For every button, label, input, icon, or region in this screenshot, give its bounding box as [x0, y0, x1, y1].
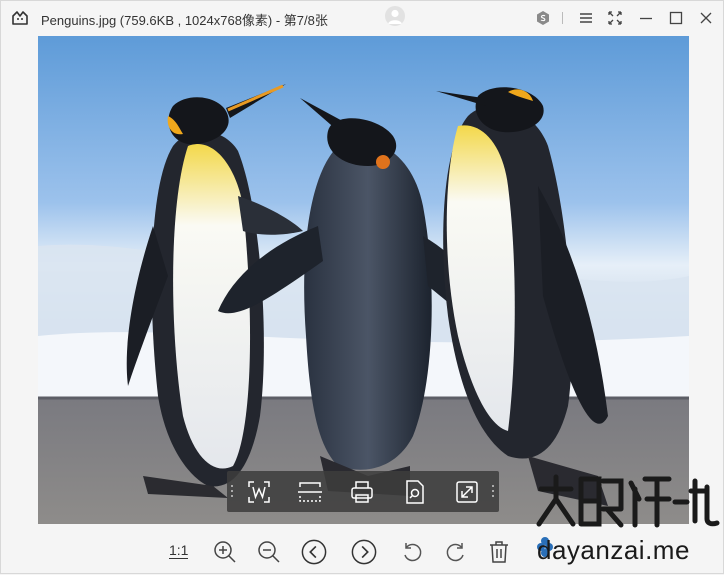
- previous-icon[interactable]: [300, 539, 328, 565]
- floating-toolbar: [227, 471, 499, 512]
- drag-handle-right[interactable]: [492, 485, 495, 499]
- app-window: Penguins.jpg (759.6KB , 1024x768像素) - 第7…: [0, 0, 724, 574]
- maximize-icon[interactable]: [668, 10, 684, 26]
- zoom-in-icon[interactable]: [212, 539, 238, 565]
- drag-handle-left[interactable]: [231, 485, 234, 499]
- hexagon-plugin-icon[interactable]: [535, 10, 551, 26]
- next-icon[interactable]: [350, 539, 378, 565]
- delete-icon[interactable]: [488, 539, 510, 565]
- fullscreen-icon[interactable]: [607, 10, 623, 26]
- titlebar-separator: [562, 12, 563, 24]
- scan-icon[interactable]: [297, 479, 323, 505]
- app-logo-icon: [12, 11, 28, 25]
- word-extract-icon[interactable]: [246, 479, 272, 505]
- minimize-icon[interactable]: [638, 10, 654, 26]
- ocr-search-icon[interactable]: [402, 479, 428, 505]
- title-bar: Penguins.jpg (759.6KB , 1024x768像素) - 第7…: [1, 1, 723, 35]
- rotate-left-icon[interactable]: [400, 539, 424, 565]
- penguins-photo: [38, 36, 689, 524]
- image-viewer[interactable]: [38, 36, 689, 524]
- close-icon[interactable]: [698, 10, 714, 26]
- user-avatar-icon[interactable]: [385, 6, 405, 26]
- menu-icon[interactable]: [578, 10, 594, 26]
- watermark-text: dayanzai.me: [537, 535, 690, 565]
- open-external-icon[interactable]: [454, 479, 480, 505]
- print-icon[interactable]: [349, 479, 375, 505]
- window-title: Penguins.jpg (759.6KB , 1024x768像素) - 第7…: [41, 13, 328, 28]
- zoom-out-icon[interactable]: [256, 539, 282, 565]
- rotate-right-icon[interactable]: [444, 539, 468, 565]
- actual-size-button[interactable]: 1:1: [169, 543, 189, 559]
